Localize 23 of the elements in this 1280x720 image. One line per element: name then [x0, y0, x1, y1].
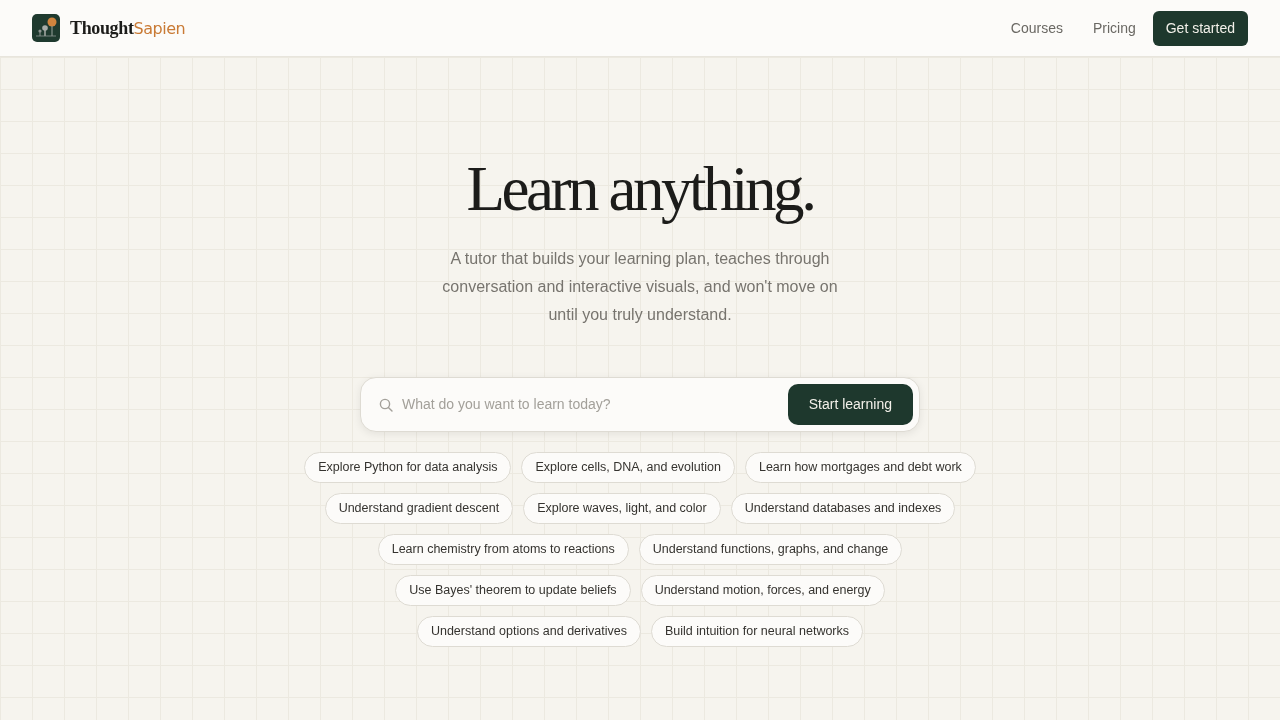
suggestion-chip[interactable]: Use Bayes' theorem to update beliefs — [395, 575, 631, 606]
search-field[interactable]: What do you want to learn today? Start learning — [360, 377, 920, 432]
nav-link[interactable]: Courses — [995, 17, 1078, 39]
suggestion-chip[interactable]: Build intuition for neural networks — [650, 616, 864, 647]
get-started-button[interactable]: Get started — [1152, 10, 1248, 46]
search-input[interactable]: What do you want to learn today? — [402, 394, 788, 415]
suggestion-chip[interactable]: Understand options and derivatives — [416, 616, 641, 647]
suggestion-chip[interactable]: Explore waves, light, and color — [523, 493, 721, 524]
suggestion-chip[interactable]: Understand motion, forces, and energy — [640, 575, 885, 606]
start-learning-button[interactable]: Start learning — [787, 384, 913, 425]
suggestion-chip[interactable]: Explore cells, DNA, and evolution — [521, 452, 735, 483]
suggestion-chip[interactable]: Understand functions, graphs, and change — [638, 534, 903, 565]
suggestion-chip[interactable]: Understand databases and indexes — [730, 493, 956, 524]
hero-subtitle: A tutor that builds your learning plan, teaches through conversation and interactive visuals, and won't move on until you truly understand. — [441, 249, 839, 325]
suggestion-chip[interactable]: Learn chemistry from atoms to reactions — [377, 534, 629, 565]
logo-icon — [32, 14, 60, 42]
hero-title: Learn anything. — [466, 153, 814, 225]
brand-wordmark[interactable]: ThoughtSapien — [70, 19, 186, 37]
suggestion-chip[interactable]: Learn how mortgages and debt work — [744, 452, 976, 483]
search-icon — [379, 397, 393, 412]
nav-link[interactable]: Pricing — [1077, 17, 1151, 39]
suggestion-chip[interactable]: Understand gradient descent — [324, 493, 514, 524]
suggestion-chip[interactable]: Explore Python for data analysis — [304, 452, 512, 483]
